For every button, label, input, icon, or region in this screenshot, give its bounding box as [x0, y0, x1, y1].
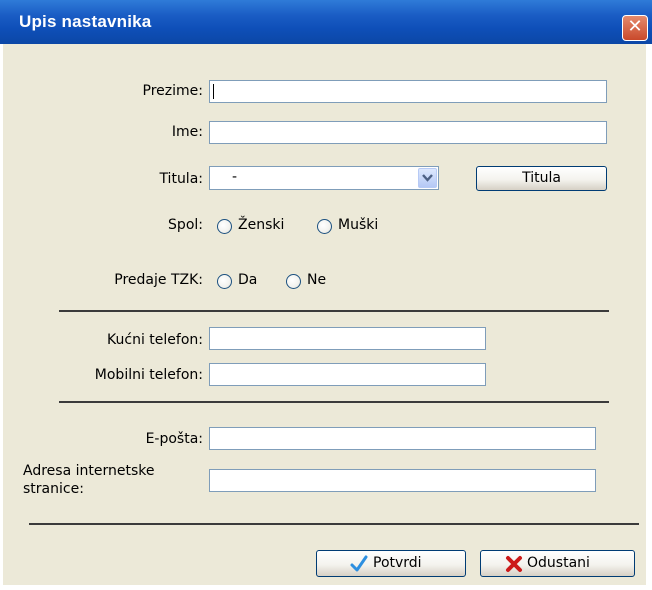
adresa-input[interactable] [209, 469, 596, 492]
prezime-label: Prezime: [142, 83, 203, 99]
prezime-input[interactable] [209, 80, 607, 103]
adresa-label-line2: stranice: [23, 481, 84, 497]
titula-label: Titula: [159, 171, 203, 187]
text-caret [213, 84, 214, 99]
title-bar: Upis nastavnika ✕ [0, 0, 652, 44]
odustani-label: Odustani [527, 555, 590, 571]
eposta-input[interactable] [209, 427, 596, 450]
spol-label: Spol: [168, 217, 203, 233]
ime-label: Ime: [171, 124, 203, 140]
kucni-telefon-input[interactable] [209, 327, 486, 350]
potvrdi-label: Potvrdi [373, 555, 422, 571]
separator-line [29, 523, 639, 525]
radio-zenski-label: Ženski [238, 217, 285, 233]
adresa-label-line1: Adresa internetske [23, 463, 155, 479]
mobilni-telefon-input[interactable] [209, 363, 486, 386]
dialog-body: Prezime: Ime: Titula: - Titula Spol: Žen… [3, 44, 646, 585]
ime-input[interactable] [209, 121, 607, 144]
chevron-down-icon[interactable] [418, 168, 437, 188]
window-title: Upis nastavnika [19, 12, 152, 31]
radio-muski[interactable] [317, 219, 332, 234]
separator-line [59, 310, 609, 312]
close-icon: ✕ [627, 16, 643, 37]
titula-selected-value: - [232, 169, 238, 185]
separator-line [59, 401, 609, 403]
potvrdi-button[interactable]: Potvrdi [316, 550, 466, 577]
checkmark-icon [349, 554, 369, 578]
radio-da[interactable] [217, 274, 232, 289]
titula-button[interactable]: Titula [476, 166, 607, 191]
tzk-label: Predaje TZK: [114, 272, 203, 288]
radio-zenski[interactable] [217, 219, 232, 234]
radio-muski-label: Muški [338, 217, 379, 233]
eposta-label: E-pošta: [145, 431, 203, 447]
radio-ne[interactable] [286, 274, 301, 289]
radio-da-label: Da [238, 272, 258, 288]
odustani-button[interactable]: Odustani [480, 550, 635, 577]
mobilni-telefon-label: Mobilni telefon: [94, 367, 203, 383]
close-button[interactable]: ✕ [622, 15, 648, 41]
dialog-window: Upis nastavnika ✕ Prezime: Ime: Titula: … [0, 0, 652, 590]
radio-ne-label: Ne [307, 272, 327, 288]
red-x-icon [505, 555, 523, 577]
kucni-telefon-label: Kućni telefon: [107, 332, 203, 348]
titula-select[interactable]: - [209, 166, 439, 190]
adresa-label: Adresa internetske stranice: [23, 462, 203, 498]
